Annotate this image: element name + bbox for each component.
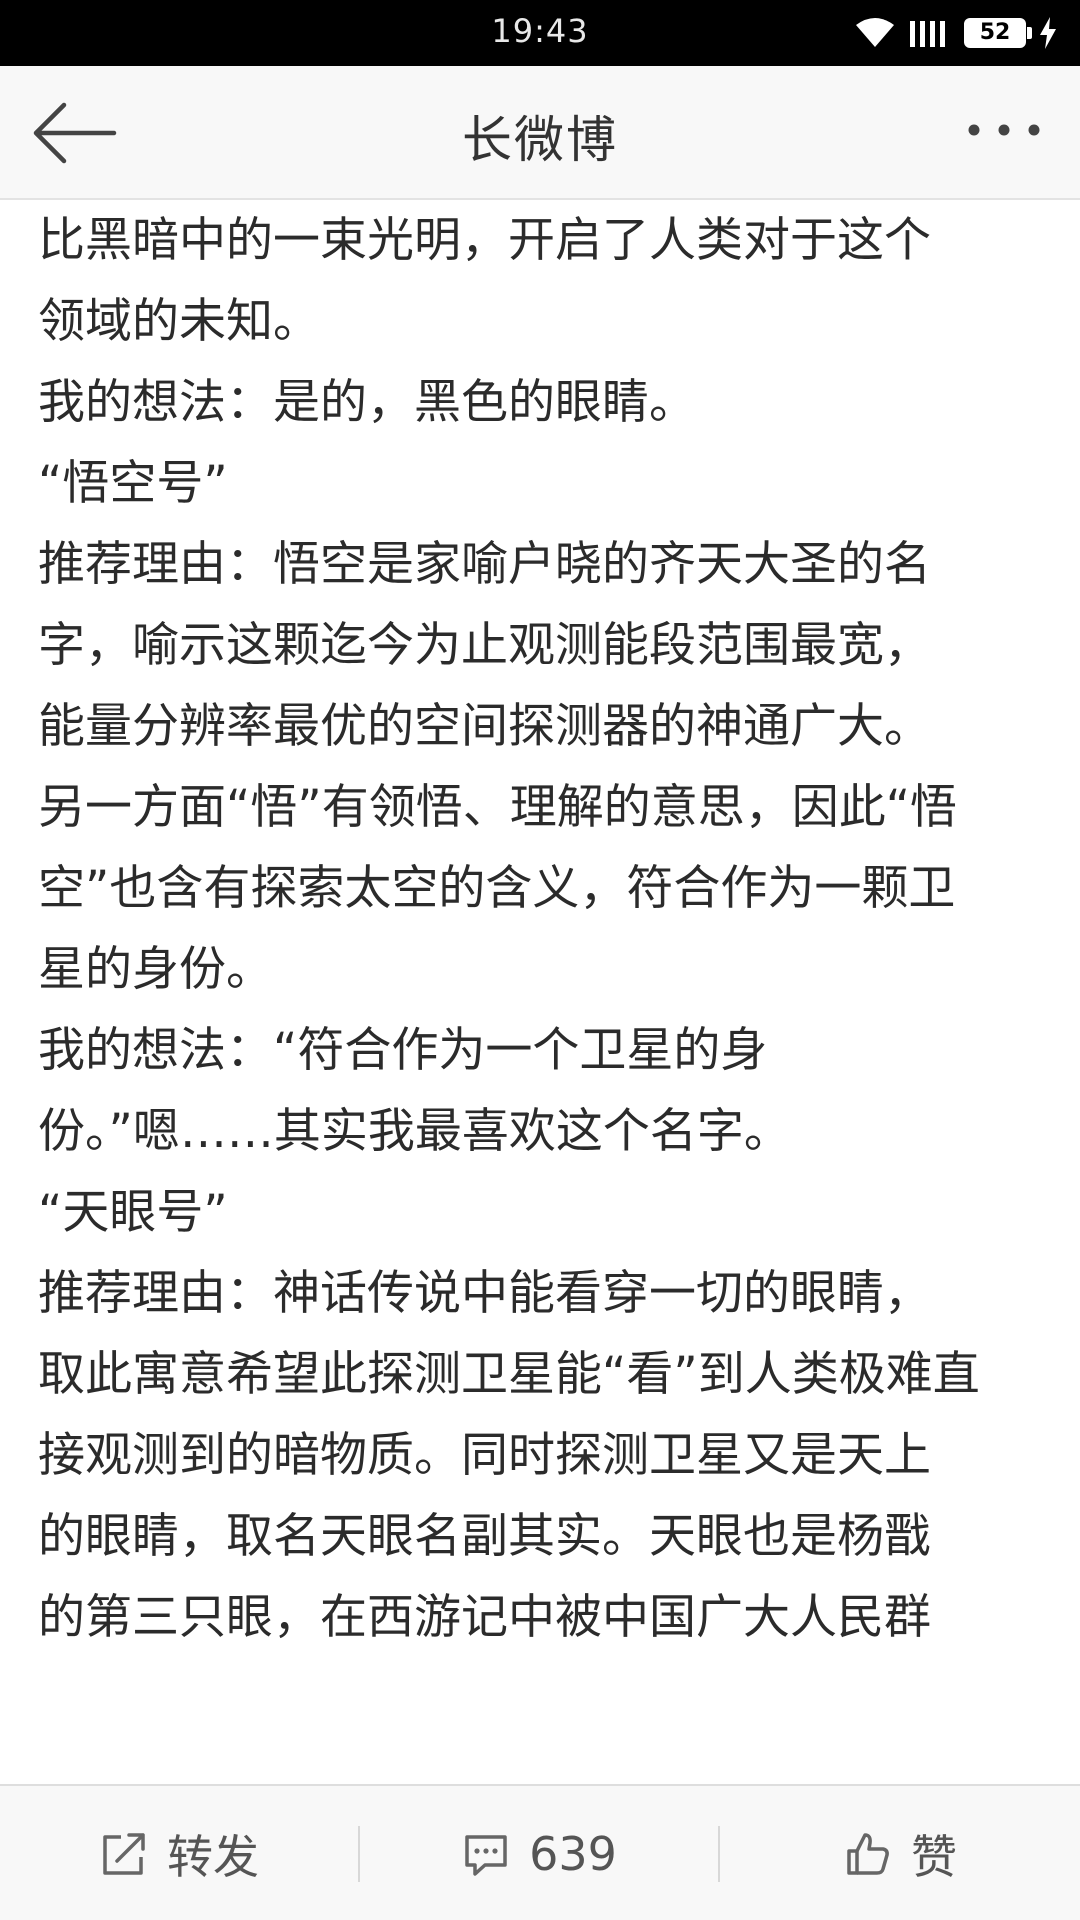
like-button[interactable]: 赞 bbox=[720, 1786, 1080, 1920]
article-line: 我的想法：是的，黑色的眼睛。 bbox=[38, 375, 696, 430]
page-title: 长微博 bbox=[462, 111, 618, 169]
repost-button[interactable]: 转发 bbox=[0, 1786, 358, 1920]
article-line: 的眼睛，取名天眼名副其实。天眼也是杨戬 bbox=[38, 1509, 931, 1564]
nav-bar: 长微博 bbox=[0, 66, 1080, 200]
article-line: 接观测到的暗物质。同时探测卫星又是天上 bbox=[38, 1428, 931, 1483]
article-line: 能量分辨率最优的空间探测器的神通广大。 bbox=[38, 699, 931, 754]
more-options-button[interactable] bbox=[964, 110, 1044, 150]
screen: 19:43 52 长微博 比黑暗中的一束光明，开启了人类对于这个 领域的未知。 … bbox=[0, 0, 1080, 1920]
wifi-icon bbox=[856, 18, 894, 47]
battery-icon: 52 bbox=[964, 18, 1032, 48]
article-line: 另一方面“悟”有领悟、理解的意思，因此“悟 bbox=[38, 780, 958, 835]
article-line: 推荐理由：神话传说中能看穿一切的眼睛， bbox=[38, 1266, 931, 1321]
status-icons: 52 bbox=[854, 14, 1058, 52]
article-line: 的第三只眼，在西游记中被中国广大人民群 bbox=[38, 1590, 931, 1645]
comment-icon bbox=[465, 1835, 507, 1876]
like-label: 赞 bbox=[911, 1830, 957, 1884]
article-line: 比黑暗中的一束光明，开启了人类对于这个 bbox=[38, 213, 931, 268]
article-line: 空”也含有探索太空的含义，符合作为一颗卫 bbox=[38, 861, 956, 916]
share-icon bbox=[103, 1833, 145, 1875]
article-line: “天眼号” bbox=[38, 1185, 228, 1240]
signal-icon bbox=[910, 21, 945, 47]
article-content: 比黑暗中的一束光明，开启了人类对于这个 领域的未知。 我的想法：是的，黑色的眼睛… bbox=[38, 200, 1048, 1658]
charging-icon bbox=[1040, 17, 1056, 49]
comment-button[interactable]: 639 bbox=[360, 1786, 718, 1920]
repost-label: 转发 bbox=[167, 1830, 259, 1884]
thumbs-up-icon bbox=[847, 1833, 889, 1875]
article-line: 字，喻示这颗迄今为止观测能段范围最宽， bbox=[38, 618, 931, 673]
bottom-action-bar: 转发 639 赞 bbox=[0, 1784, 1080, 1920]
comment-count: 639 bbox=[529, 1827, 617, 1881]
article-line: 星的身份。 bbox=[38, 942, 273, 997]
more-dots-icon bbox=[968, 124, 1040, 136]
status-bar: 19:43 52 bbox=[0, 0, 1080, 66]
article-line: 份。”嗯……其实我最喜欢这个名字。 bbox=[38, 1104, 791, 1159]
article-line: 领域的未知。 bbox=[38, 294, 320, 349]
article-line: 我的想法：“符合作为一个卫星的身 bbox=[38, 1023, 768, 1078]
article-line: “悟空号” bbox=[38, 456, 228, 511]
article-line: 取此寓意希望此探测卫星能“看”到人类极难直 bbox=[38, 1347, 980, 1402]
article-line: 推荐理由：悟空是家喻户晓的齐天大圣的名 bbox=[38, 537, 931, 592]
